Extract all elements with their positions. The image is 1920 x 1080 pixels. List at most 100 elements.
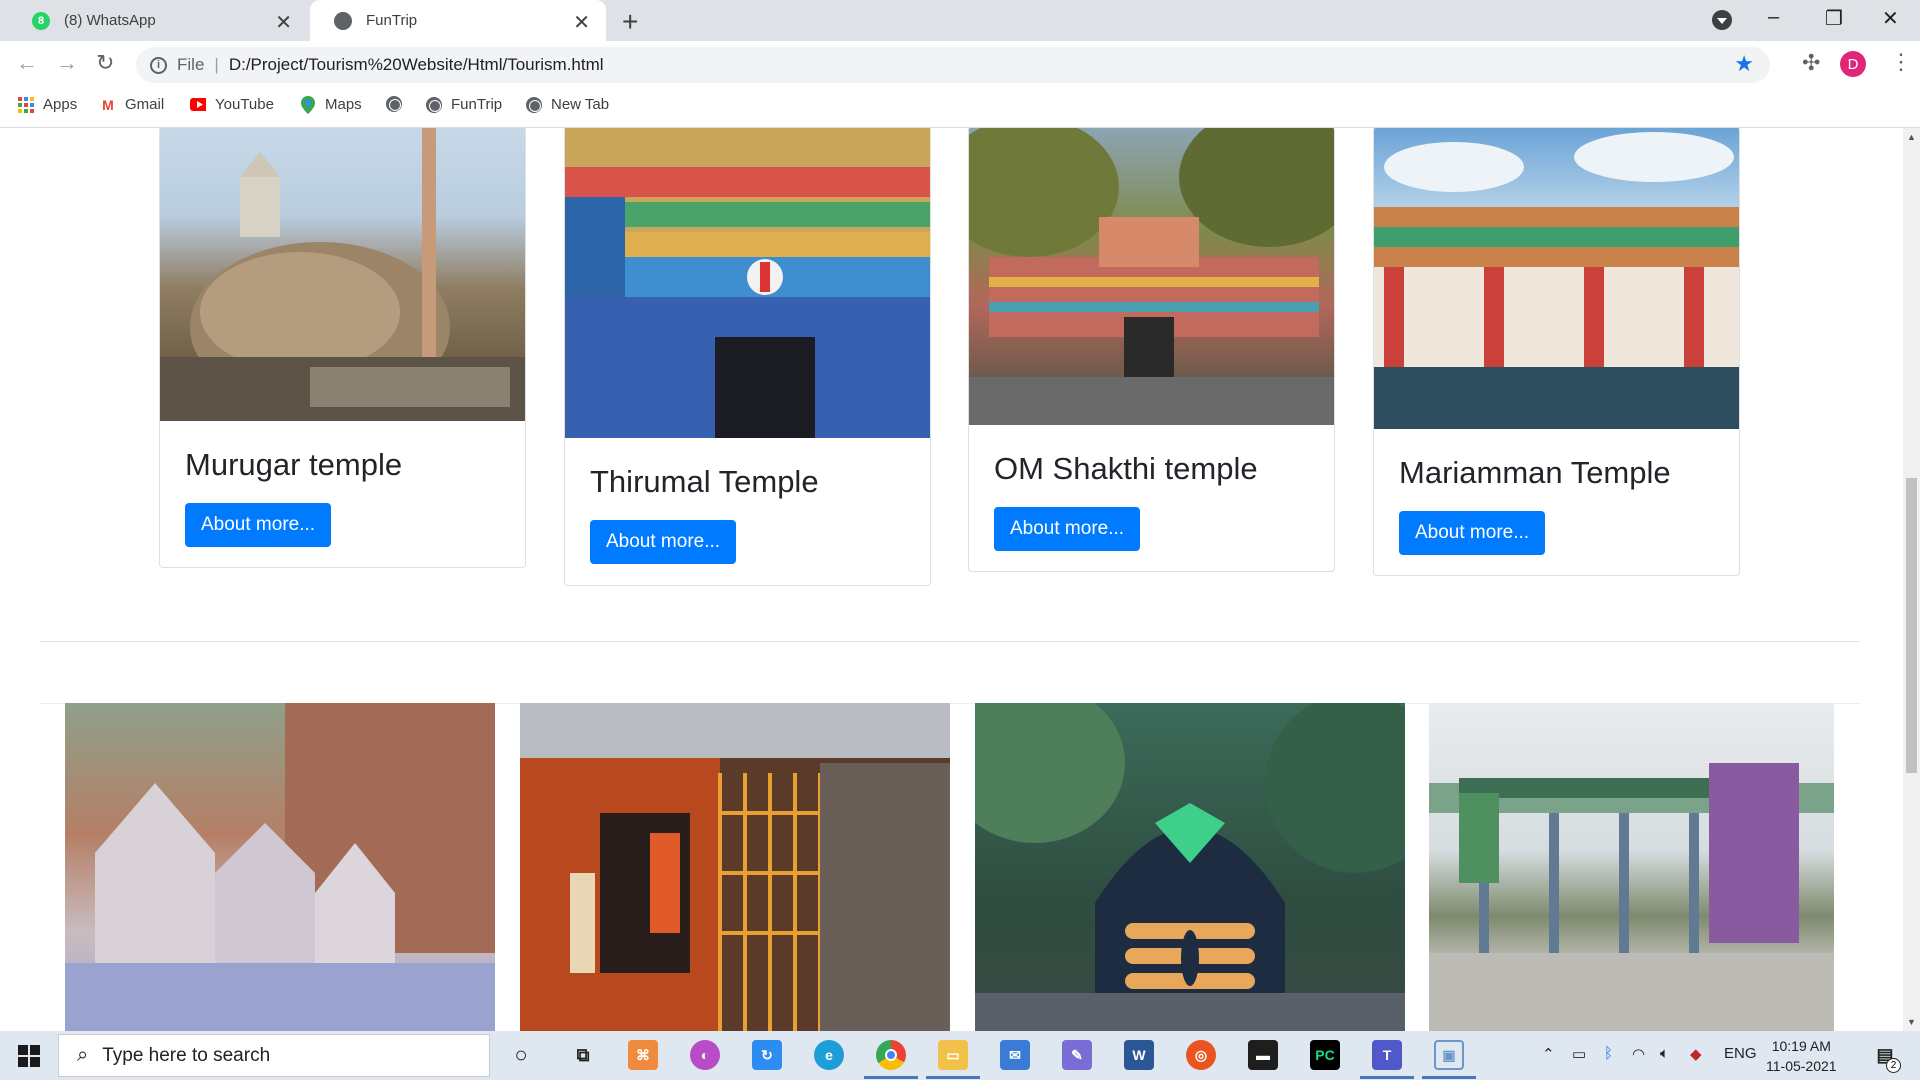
bookmark-unnamed[interactable] bbox=[386, 96, 411, 112]
url-text: D:/Project/Tourism%20Website/Html/Touris… bbox=[228, 55, 604, 74]
edge-icon[interactable]: e bbox=[814, 1040, 844, 1070]
mariamman-temple-image bbox=[1374, 128, 1739, 429]
scheme-label: File bbox=[177, 55, 205, 74]
system-clock[interactable]: 10:19 AM 11-05-2021 bbox=[1766, 1036, 1837, 1076]
temple-photo-shiva-lingam bbox=[975, 703, 1405, 1031]
taskbar-search-box[interactable]: ⌕ Type here to search bbox=[58, 1034, 490, 1077]
thirumal-temple-image bbox=[565, 128, 930, 438]
address-bar[interactable]: i File | D:/Project/Tourism%20Website/Ht… bbox=[136, 47, 1770, 83]
browser-toolbar: ← → ↻ i File | D:/Project/Tourism%20Webs… bbox=[0, 41, 1920, 88]
page-viewport: Murugar temple About more... Thirumal Te… bbox=[0, 128, 1920, 1031]
tab-search-icon[interactable] bbox=[1712, 10, 1732, 30]
about-more-button[interactable]: About more... bbox=[185, 503, 332, 547]
temple-photo-rock-shrine bbox=[65, 703, 495, 1031]
page-scrollbar[interactable]: ▲ ▼ bbox=[1903, 128, 1920, 1031]
windows-start-icon[interactable] bbox=[18, 1045, 40, 1067]
about-more-button[interactable]: About more... bbox=[994, 507, 1141, 551]
bookmark-label: FunTrip bbox=[451, 96, 503, 113]
show-hidden-icons-chevron-icon[interactable]: ⌃ bbox=[1542, 1045, 1555, 1063]
word-icon[interactable]: W bbox=[1124, 1040, 1154, 1070]
chrome-active-indicator bbox=[864, 1076, 918, 1079]
reload-icon[interactable]: ↻ bbox=[96, 50, 114, 76]
battery-icon[interactable]: ▭ bbox=[1572, 1045, 1586, 1063]
close-tab-icon[interactable]: ✕ bbox=[275, 10, 292, 35]
scroll-down-arrow-icon[interactable]: ▼ bbox=[1907, 1017, 1916, 1027]
clock-time: 10:19 AM bbox=[1771, 1038, 1831, 1054]
dropbox-icon[interactable]: ◆ bbox=[1690, 1045, 1702, 1063]
terminal-icon[interactable]: ▬ bbox=[1248, 1040, 1278, 1070]
bookmark-youtube[interactable]: YouTube bbox=[190, 96, 274, 113]
mail-icon[interactable]: ✉ bbox=[1000, 1040, 1030, 1070]
menu-kebab-icon[interactable]: ⋮ bbox=[1890, 49, 1912, 75]
extensions-puzzle-icon[interactable]: ✣ bbox=[1802, 50, 1820, 76]
restore-icon[interactable]: ❐ bbox=[1825, 6, 1843, 31]
bookmark-apps[interactable]: Apps bbox=[18, 96, 77, 113]
about-more-button[interactable]: About more... bbox=[590, 520, 737, 564]
bookmark-gmail[interactable]: M Gmail bbox=[100, 96, 164, 113]
bookmark-label: New Tab bbox=[551, 96, 610, 113]
language-indicator[interactable]: ENG bbox=[1724, 1045, 1757, 1062]
notification-count-badge: 2 bbox=[1886, 1058, 1901, 1073]
om-shakthi-temple-image bbox=[969, 128, 1334, 425]
new-tab-button[interactable]: + bbox=[622, 6, 638, 38]
youtube-icon bbox=[190, 97, 206, 113]
globe-icon bbox=[426, 96, 442, 113]
bookmark-new-tab[interactable]: New Tab bbox=[526, 96, 609, 113]
temple-photo-grilled-shrine bbox=[520, 703, 950, 1031]
card-mariamman-temple: Mariamman Temple About more... bbox=[1373, 128, 1740, 576]
card-murugar-temple: Murugar temple About more... bbox=[159, 128, 526, 568]
file-explorer-icon[interactable]: ▭ bbox=[938, 1040, 968, 1070]
bookmark-funtrip[interactable]: FunTrip bbox=[426, 96, 502, 113]
search-placeholder: Type here to search bbox=[102, 1044, 271, 1066]
globe-icon bbox=[386, 96, 402, 112]
chrome-icon[interactable] bbox=[876, 1040, 906, 1070]
maps-pin-icon bbox=[300, 95, 316, 114]
app-icon-image-viewer[interactable]: ▣ bbox=[1434, 1040, 1464, 1070]
separator: | bbox=[214, 55, 219, 74]
bluetooth-icon[interactable]: ᛒ bbox=[1604, 1045, 1613, 1062]
bookmark-label: Apps bbox=[43, 96, 78, 113]
bookmark-label: YouTube bbox=[215, 96, 274, 113]
app-icon-stylus[interactable]: ✎ bbox=[1062, 1040, 1092, 1070]
globe-icon bbox=[526, 96, 542, 113]
app-icon-orange[interactable]: ⌘ bbox=[628, 1040, 658, 1070]
back-arrow-icon[interactable]: ← bbox=[16, 50, 38, 76]
info-icon[interactable]: i bbox=[150, 56, 167, 74]
about-more-button[interactable]: About more... bbox=[1399, 511, 1546, 555]
task-view-icon[interactable]: ⧉ bbox=[568, 1040, 598, 1070]
globe-icon bbox=[334, 11, 352, 30]
temple-photo-hall-temple bbox=[1429, 703, 1834, 1031]
bookmark-label: Gmail bbox=[125, 96, 165, 113]
cortana-icon[interactable]: ○ bbox=[506, 1040, 536, 1070]
tab-whatsapp[interactable]: 8 (8) WhatsApp ✕ bbox=[8, 0, 308, 41]
wifi-icon[interactable]: ◠ bbox=[1632, 1045, 1645, 1063]
minimize-icon[interactable]: – bbox=[1768, 6, 1779, 29]
teams-active-indicator bbox=[1360, 1076, 1414, 1079]
app-icon-sync[interactable]: ↻ bbox=[752, 1040, 782, 1070]
card-title: Thirumal Temple bbox=[590, 464, 819, 499]
scrollbar-thumb[interactable] bbox=[1906, 478, 1917, 773]
windows-taskbar: ⌕ Type here to search ○ ⧉ ⌘ ◐ ↻ e ▭ ✉ ✎ … bbox=[0, 1031, 1920, 1080]
bookmark-maps[interactable]: Maps bbox=[300, 95, 362, 114]
teams-icon[interactable]: T bbox=[1372, 1040, 1402, 1070]
section-divider bbox=[40, 641, 1860, 642]
scroll-up-arrow-icon[interactable]: ▲ bbox=[1907, 132, 1916, 142]
tab-title: (8) WhatsApp bbox=[64, 12, 156, 29]
tab-funtrip[interactable]: FunTrip ✕ bbox=[310, 0, 606, 41]
volume-icon[interactable]: 🔈︎ bbox=[1660, 1045, 1669, 1062]
explorer-active-indicator bbox=[926, 1076, 980, 1079]
apps-grid-icon bbox=[18, 96, 34, 113]
viewer-active-indicator bbox=[1422, 1076, 1476, 1079]
close-tab-icon[interactable]: ✕ bbox=[573, 10, 590, 35]
ubuntu-icon[interactable]: ◎ bbox=[1186, 1040, 1216, 1070]
app-icon-paint[interactable]: ◐ bbox=[690, 1040, 720, 1070]
bookmark-star-icon[interactable]: ★ bbox=[1734, 51, 1754, 77]
forward-arrow-icon[interactable]: → bbox=[56, 50, 78, 76]
close-window-icon[interactable]: ✕ bbox=[1882, 6, 1899, 31]
pycharm-icon[interactable]: PC bbox=[1310, 1040, 1340, 1070]
card-title: Mariamman Temple bbox=[1399, 455, 1671, 490]
murugar-temple-image bbox=[160, 128, 525, 421]
tab-strip: 8 (8) WhatsApp ✕ FunTrip ✕ + – ❐ ✕ bbox=[0, 0, 1920, 41]
profile-avatar[interactable]: D bbox=[1840, 51, 1866, 77]
gmail-icon: M bbox=[102, 96, 114, 113]
